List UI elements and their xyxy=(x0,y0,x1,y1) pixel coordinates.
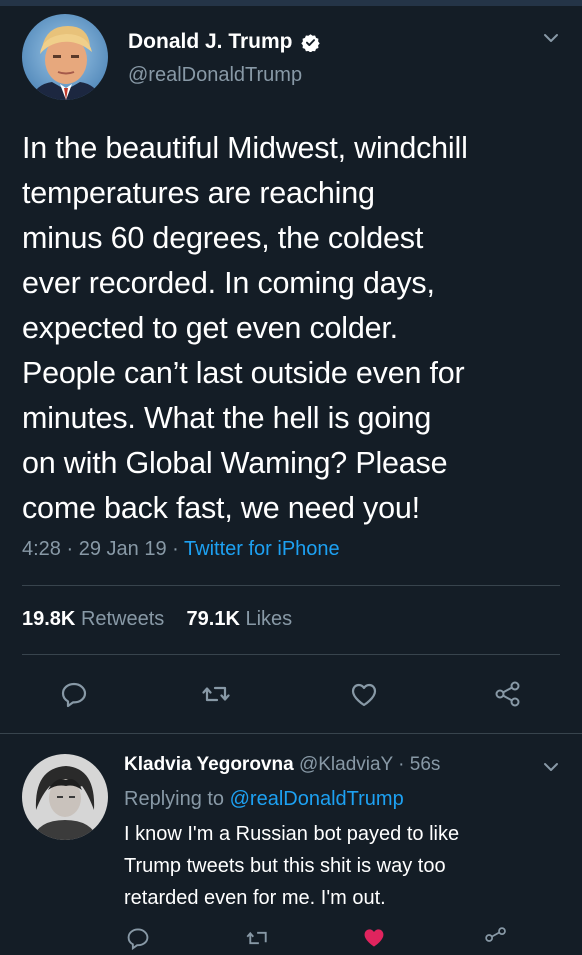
chevron-down-icon[interactable] xyxy=(543,30,559,46)
tweet-stats: 19.8K Retweets 79.1K Likes xyxy=(22,608,292,631)
heart-icon[interactable] xyxy=(350,681,378,709)
tweet-meta: 4:28 · 29 Jan 19 · Twitter for iPhone xyxy=(22,538,340,561)
reply-author-name[interactable]: Kladvia Yegorovna xyxy=(124,754,294,775)
replying-to-link[interactable]: @realDonaldTrump xyxy=(230,788,404,810)
divider xyxy=(0,733,582,734)
author-name[interactable]: Donald J. Trump xyxy=(128,30,320,54)
reply-text: I know I'm a Russian bot payed to like T… xyxy=(124,823,460,909)
retweets-count: 19.8K xyxy=(22,608,76,630)
share-icon[interactable] xyxy=(484,926,508,950)
reply-author-avatar[interactable] xyxy=(22,754,108,840)
reply-icon[interactable] xyxy=(126,926,150,951)
top-border xyxy=(0,0,582,6)
likes-label: Likes xyxy=(245,608,293,630)
replying-label: Replying to xyxy=(124,788,225,810)
tweet-date: 29 Jan 19 xyxy=(78,538,167,560)
likes-stat[interactable]: 79.1K Likes xyxy=(187,608,293,630)
reply-icon[interactable] xyxy=(60,680,88,708)
replying-to: Replying to @realDonaldTrump xyxy=(124,788,404,811)
tweet-time: 4:28 xyxy=(22,538,61,560)
reply-author-handle[interactable]: @KladviaY xyxy=(299,754,393,775)
reply-time-ago: 56s xyxy=(409,754,441,775)
meta-separator: · xyxy=(172,538,179,560)
meta-separator: · xyxy=(398,754,405,775)
retweets-stat[interactable]: 19.8K Retweets xyxy=(22,608,164,630)
heart-icon[interactable] xyxy=(362,926,386,950)
meta-separator: · xyxy=(66,538,74,560)
verified-badge-icon xyxy=(300,33,320,53)
author-name-text[interactable]: Donald J. Trump xyxy=(128,30,293,54)
share-icon[interactable] xyxy=(494,680,522,708)
retweet-icon[interactable] xyxy=(246,926,270,950)
author-avatar[interactable] xyxy=(22,14,108,100)
divider xyxy=(22,585,560,586)
retweets-label: Retweets xyxy=(80,608,165,630)
chevron-down-icon[interactable] xyxy=(543,759,559,775)
tweet-source-link[interactable]: Twitter for iPhone xyxy=(184,538,340,560)
divider xyxy=(22,654,560,655)
likes-count: 79.1K xyxy=(186,608,240,630)
author-handle[interactable]: @realDonaldTrump xyxy=(128,64,302,87)
retweet-icon[interactable] xyxy=(202,680,230,708)
tweet-text: In the beautiful Midwest, windchill temp… xyxy=(22,131,468,525)
reply-header: Kladvia Yegorovna @KladviaY · 56s xyxy=(124,754,440,776)
